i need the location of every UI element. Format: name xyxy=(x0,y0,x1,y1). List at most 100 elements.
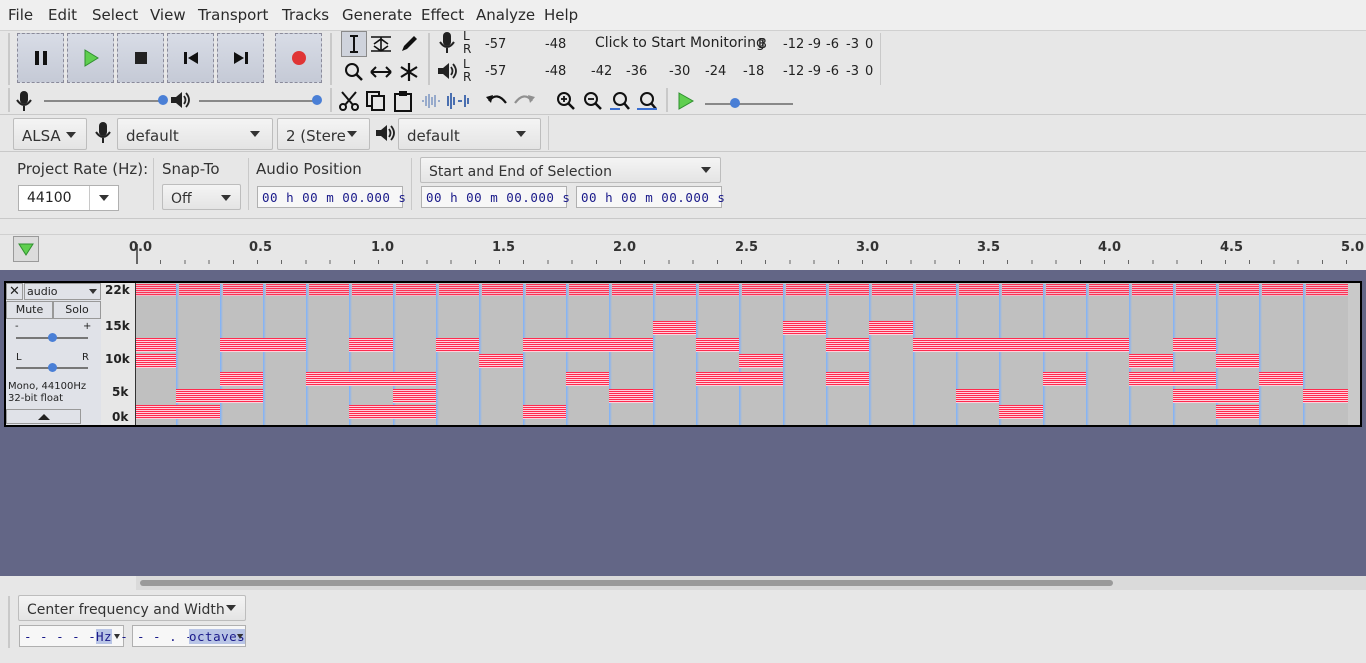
center-frequency-field[interactable]: - - - - - . - - Hz xyxy=(19,625,144,647)
rec-tick: B xyxy=(758,37,767,52)
scale-label: 22k xyxy=(105,283,130,297)
slider-thumb[interactable] xyxy=(158,95,168,105)
playback-device-dropdown[interactable]: default xyxy=(398,118,541,150)
slider-thumb[interactable] xyxy=(48,333,57,342)
selection-start-time[interactable]: 00 h 00 m 00.000 s xyxy=(421,186,570,208)
selection-tool[interactable] xyxy=(341,31,367,57)
monitor-prompt[interactable]: Click to Start Monitoring xyxy=(595,35,765,51)
copy-button[interactable] xyxy=(363,88,389,114)
spectrogram-transition xyxy=(393,284,396,425)
skip-to-start-button[interactable] xyxy=(167,33,214,83)
spectrogram-transition xyxy=(566,284,569,425)
zoom-in-button[interactable] xyxy=(553,88,579,114)
spectrogram-tone-band xyxy=(1043,372,1086,386)
slider-thumb[interactable] xyxy=(312,95,322,105)
project-rate-combo[interactable]: 44100 xyxy=(18,185,119,211)
pan-slider[interactable] xyxy=(16,363,88,372)
paste-button[interactable] xyxy=(390,88,416,114)
fit-selection-button[interactable] xyxy=(607,88,633,114)
menu-transport[interactable]: Transport xyxy=(198,6,268,24)
silence-button[interactable] xyxy=(445,88,471,114)
scroll-thumb[interactable] xyxy=(140,580,1113,586)
recording-device-dropdown[interactable]: default xyxy=(117,118,273,150)
mute-button[interactable]: Mute xyxy=(6,301,53,319)
multi-tool[interactable] xyxy=(396,59,422,85)
trim-button[interactable] xyxy=(418,88,444,114)
pause-button[interactable] xyxy=(17,33,64,83)
gain-slider[interactable] xyxy=(16,333,88,342)
cut-button[interactable] xyxy=(336,88,362,114)
play-at-speed-button[interactable] xyxy=(673,88,699,114)
selection-mode-dropdown[interactable]: Start and End of Selection xyxy=(420,157,721,183)
spectrogram-tone-band xyxy=(393,389,436,403)
slider-thumb[interactable] xyxy=(730,98,740,108)
spectrogram-tone-band xyxy=(1129,372,1216,386)
menu-tracks[interactable]: Tracks xyxy=(282,6,329,24)
zoom-tool[interactable] xyxy=(341,59,367,85)
slider-thumb[interactable] xyxy=(48,363,57,372)
audio-position-time[interactable]: 00 h 00 m 00.000 s xyxy=(257,186,406,208)
edit-grip[interactable] xyxy=(330,88,332,112)
play-button[interactable] xyxy=(67,33,114,83)
zoom-out-button[interactable] xyxy=(580,88,606,114)
play-at-speed-grip[interactable] xyxy=(666,88,668,112)
solo-button[interactable]: Solo xyxy=(53,301,101,319)
playback-meter[interactable]: -57 -48 -42 -36 -30 -24 -18 -12 -9 -6 -3… xyxy=(477,59,877,83)
spectrogram-tone-band xyxy=(1259,372,1303,386)
close-track-button[interactable]: ✕ xyxy=(6,283,23,300)
record-meter-button[interactable] xyxy=(434,30,460,56)
rec-tick: -3 xyxy=(846,37,859,52)
track-control-panel: ✕ audio Mute Solo - + L R Mono, 44100Hz … xyxy=(6,283,101,425)
timeshift-tool[interactable] xyxy=(368,59,394,85)
menu-generate[interactable]: Generate xyxy=(342,6,412,24)
tools-grip[interactable] xyxy=(330,33,332,85)
playback-volume-slider[interactable] xyxy=(199,95,322,105)
stop-button[interactable] xyxy=(117,33,164,83)
chevron-down-icon xyxy=(89,289,97,294)
recording-device-value: default xyxy=(126,127,179,145)
collapse-track-button[interactable] xyxy=(6,409,81,424)
menu-view[interactable]: View xyxy=(150,6,186,24)
menu-edit[interactable]: Edit xyxy=(48,6,77,24)
channels-value: 2 (Stere xyxy=(286,127,346,145)
snap-to-dropdown[interactable]: Off xyxy=(162,184,241,210)
chevron-down-icon xyxy=(226,605,236,611)
spectrogram-tone-band xyxy=(349,372,436,386)
skip-to-end-button[interactable] xyxy=(217,33,264,83)
menu-effect[interactable]: Effect xyxy=(421,6,464,24)
menu-analyze[interactable]: Analyze xyxy=(476,6,535,24)
record-meter[interactable]: -57 -48 Click to Start Monitoring B -12 … xyxy=(477,32,877,56)
playback-device-value: default xyxy=(407,127,460,145)
menu-select[interactable]: Select xyxy=(92,6,138,24)
redo-button[interactable] xyxy=(511,88,537,114)
selection-end-time[interactable]: 00 h 00 m 00.000 s xyxy=(576,186,725,208)
spectrogram-tone-band xyxy=(1129,354,1173,368)
play-tick: -36 xyxy=(626,64,648,79)
play-speed-slider[interactable] xyxy=(705,98,793,108)
timeline-options-button[interactable] xyxy=(13,236,39,262)
fit-project-button[interactable] xyxy=(634,88,660,114)
menu-file[interactable]: File xyxy=(8,6,33,24)
record-volume-slider[interactable] xyxy=(44,95,168,105)
horizontal-scrollbar[interactable] xyxy=(0,576,1366,590)
mixer-grip[interactable] xyxy=(8,88,10,112)
play-meter-button[interactable] xyxy=(434,58,460,84)
draw-tool[interactable] xyxy=(396,31,422,57)
chevron-up-icon xyxy=(38,414,50,420)
playback-volume-icon xyxy=(169,90,191,114)
menu-help[interactable]: Help xyxy=(544,6,578,24)
toolbar-grip[interactable] xyxy=(8,33,10,85)
audio-host-dropdown[interactable]: ALSA xyxy=(13,118,87,150)
undo-button[interactable] xyxy=(484,88,510,114)
spectrogram[interactable] xyxy=(136,284,1348,425)
frequency-width-field[interactable]: - - . - - - octaves xyxy=(132,625,246,647)
spectral-grip[interactable] xyxy=(8,596,10,648)
frequency-scale[interactable]: 22k 15k 10k 5k 0k xyxy=(101,283,136,425)
spectral-mode-dropdown[interactable]: Center frequency and Width xyxy=(18,595,246,621)
spectrogram-tone-band xyxy=(913,338,1086,352)
envelope-tool[interactable] xyxy=(368,31,394,57)
track-name-menu[interactable]: audio xyxy=(24,283,101,300)
channels-dropdown[interactable]: 2 (Stere xyxy=(277,118,370,150)
meter-grip[interactable] xyxy=(428,33,430,85)
record-button[interactable] xyxy=(275,33,322,83)
